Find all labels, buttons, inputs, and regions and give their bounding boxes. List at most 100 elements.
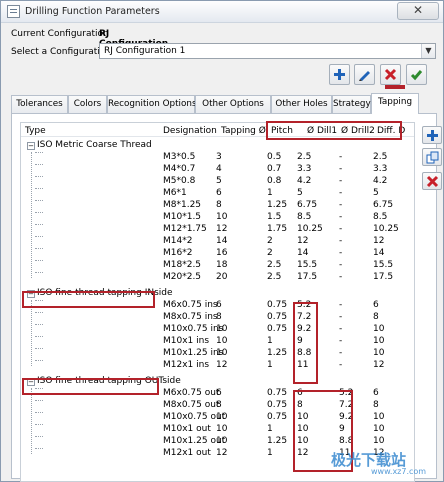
tree-connector: [35, 272, 43, 273]
table-row[interactable]: M10x0.75 ins 10 0.75 9.2-10: [21, 324, 414, 336]
table-cell: 1: [267, 188, 273, 198]
close-button[interactable]: ✕: [397, 2, 439, 20]
table-cell: 10: [373, 424, 385, 434]
edit-configuration-button[interactable]: [354, 64, 375, 85]
table-cell: 10: [216, 336, 228, 346]
table-row[interactable]: M10x1.25 out 10 1.25 10 8.8 10: [21, 436, 414, 448]
copy-row-button[interactable]: [422, 148, 442, 166]
app-icon: [7, 5, 20, 18]
table-cell: 2.5: [267, 260, 282, 270]
table-cell: 1: [267, 448, 273, 458]
tab-strategy[interactable]: Strategy: [332, 95, 371, 113]
table-row[interactable]: M4*0.7 4 0.7 3.3 - 3.3: [21, 164, 414, 176]
table-cell: 1.25: [267, 200, 288, 210]
column-header[interactable]: Type: [25, 126, 46, 136]
table-cell: 8.5: [373, 212, 388, 222]
table-cell: 20: [216, 272, 228, 282]
table-row[interactable]: M10*1.5 10 1.5 8.5 - 8.5: [21, 212, 414, 224]
delete-configuration-button[interactable]: [380, 64, 401, 85]
table-row[interactable]: M10x1.25 ins 10 1.25 8.8-10: [21, 348, 414, 360]
tree-connector: [35, 260, 43, 261]
table-cell: -: [339, 212, 343, 222]
table-row[interactable]: M6*1 6 1 5 - 5: [21, 188, 414, 200]
group-label: ISO Metric Coarse Thread: [37, 140, 152, 150]
chevron-down-icon[interactable]: ▼: [421, 44, 435, 58]
table-row[interactable]: M18*2.5 18 2.5 15.5 - 15.5: [21, 260, 414, 272]
table-cell: 1.25: [267, 436, 288, 446]
table-cell: M10*1.5: [163, 212, 202, 222]
table-cell: 14: [297, 248, 309, 258]
table-cell: 10: [373, 336, 385, 346]
table-cell: 8: [216, 200, 222, 210]
table-row[interactable]: M20*2.5 20 2.5 17.5 - 17.5: [21, 272, 414, 284]
add-row-button[interactable]: [422, 126, 442, 144]
table-cell: 18: [216, 260, 228, 270]
table-cell: 1.25: [267, 348, 288, 358]
column-header[interactable]: Tapping Ø: [221, 126, 266, 136]
table-cell: M6*1: [163, 188, 187, 198]
table-row[interactable]: M12x1 ins 12 1 11-12: [21, 360, 414, 372]
tab-other-holes[interactable]: Other Holes: [271, 95, 332, 113]
table-cell: 0.75: [267, 400, 288, 410]
table-row[interactable]: M8x0.75 ins 8 0.75 7.2-8: [21, 312, 414, 324]
tab-colors[interactable]: Colors: [68, 95, 107, 113]
table-row[interactable]: M3*0.5 3 0.5 2.5 - 2.5: [21, 152, 414, 164]
table-cell: 8: [373, 312, 379, 322]
table-cell: 0.75: [267, 312, 288, 322]
tree-connector: [35, 424, 43, 425]
column-header[interactable]: Designation: [163, 126, 217, 136]
tree-connector: [35, 200, 43, 201]
group-row[interactable]: − ISO Metric Coarse Thread: [21, 140, 414, 152]
delete-row-button[interactable]: [422, 172, 442, 190]
table-cell: M3*0.5: [163, 152, 196, 162]
table-cell: 5: [297, 188, 303, 198]
table-row[interactable]: M5*0.8 5 0.8 4.2 - 4.2: [21, 176, 414, 188]
table-cell: 10.25: [297, 224, 323, 234]
table-cell: 0.8: [267, 176, 282, 186]
table-cell: 1.75: [267, 224, 288, 234]
table-cell: -: [339, 236, 343, 246]
table-cell: 12: [216, 224, 228, 234]
table-cell: 0.75: [267, 324, 288, 334]
table-cell: M10x1 ins: [163, 336, 210, 346]
table-cell: -: [339, 272, 343, 282]
table-row[interactable]: M10x1 out 10 1 10 9 10: [21, 424, 414, 436]
table-cell: M6x0.75 out: [163, 388, 220, 398]
tree-connector: [35, 448, 43, 449]
tab-tapping[interactable]: Tapping: [371, 93, 419, 114]
add-configuration-button[interactable]: [329, 64, 350, 85]
table-cell: 10: [216, 412, 228, 422]
table-cell: 12: [373, 236, 385, 246]
tree-guide-line: [31, 300, 32, 366]
table-row[interactable]: M8x0.75 out 8 0.75 8 7.2 8: [21, 400, 414, 412]
table-cell: 4: [216, 164, 222, 174]
table-cell: 6: [216, 388, 222, 398]
table-row[interactable]: M10x0.75 out 10 0.75 10 9.2 10: [21, 412, 414, 424]
table-cell: 10: [373, 324, 385, 334]
select-configuration-label: Select a Configuration: [11, 47, 112, 57]
table-cell: M14*2: [163, 236, 193, 246]
title-bar: Drilling Function Parameters ✕: [1, 1, 443, 23]
table-cell: 14: [373, 248, 385, 258]
table-row[interactable]: M16*2 16 2 14 - 14: [21, 248, 414, 260]
table-cell: -: [339, 336, 343, 346]
configuration-select[interactable]: RJ Configuration 1 ▼: [99, 43, 436, 59]
validate-configuration-button[interactable]: [406, 64, 427, 85]
table-cell: M18*2.5: [163, 260, 202, 270]
collapse-icon[interactable]: −: [27, 142, 35, 150]
table-cell: 8: [216, 312, 222, 322]
table-cell: 6: [373, 388, 379, 398]
tab-other-options[interactable]: Other Options: [195, 95, 271, 113]
tab-recognition-options[interactable]: Recognition Options: [107, 95, 197, 113]
table-cell: 10: [216, 324, 228, 334]
table-row[interactable]: M10x1 ins 10 1 9-10: [21, 336, 414, 348]
tab-tolerances[interactable]: Tolerances: [11, 95, 68, 113]
table-row[interactable]: M14*2 14 2 12 - 12: [21, 236, 414, 248]
table-cell: 10.25: [373, 224, 399, 234]
table-row[interactable]: M8*1.25 8 1.25 6.75 - 6.75: [21, 200, 414, 212]
table-row[interactable]: M12*1.75 12 1.75 10.25 - 10.25: [21, 224, 414, 236]
table-cell: M8x0.75 ins: [163, 312, 218, 322]
window-title: Drilling Function Parameters: [25, 6, 160, 17]
tree-connector: [35, 164, 43, 165]
tree-connector: [35, 360, 43, 361]
